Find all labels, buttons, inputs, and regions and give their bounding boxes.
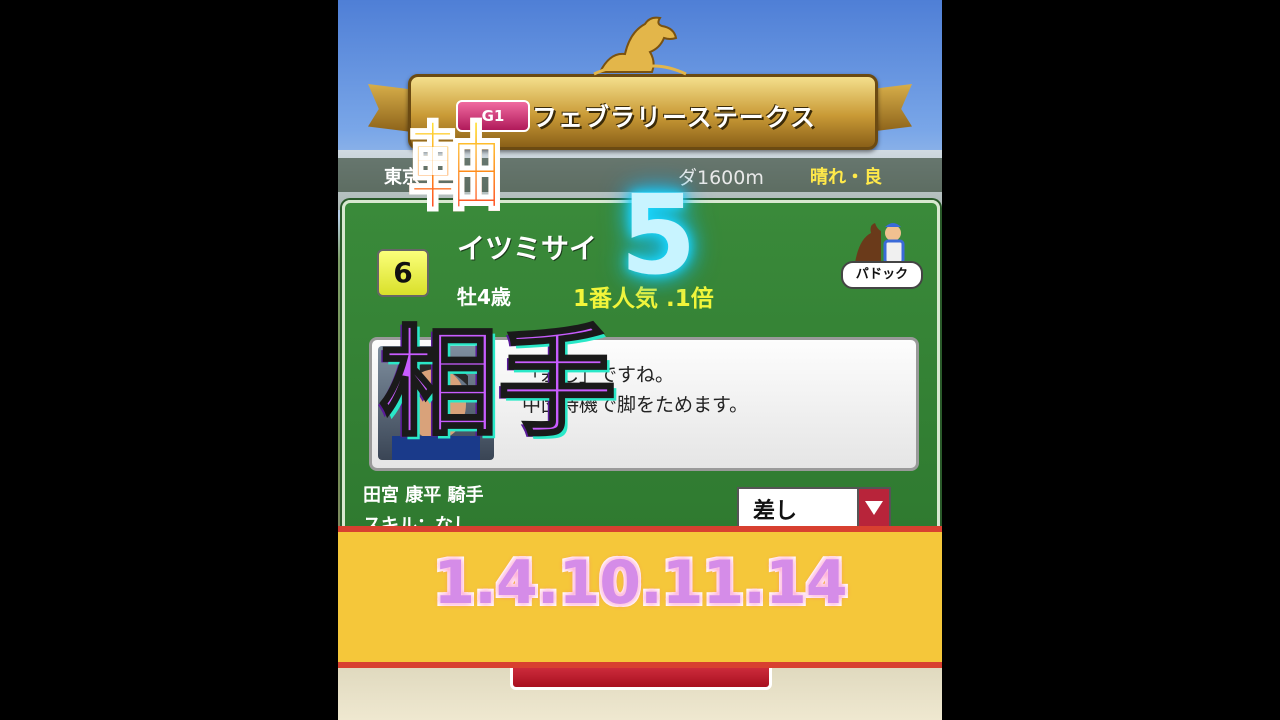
axis-number: 5 [620, 171, 697, 299]
weather-label: 晴れ・良 [810, 167, 882, 188]
chevron-down-icon[interactable] [857, 489, 889, 527]
strategy-select[interactable]: 差し [737, 487, 891, 529]
race-name: フェブラリーステークス [532, 103, 817, 132]
partner-numbers: 1.4.10.11.14 [433, 548, 847, 618]
axis-label: 軸 [407, 112, 505, 224]
gate-number: 6 [377, 249, 429, 297]
horse-sex-age: 牡4歳 [457, 285, 511, 309]
partner-label: 相手 [378, 314, 617, 452]
horse-name: イツミサイ [457, 232, 598, 265]
horse-crest-icon [593, 16, 687, 76]
jockey-name: 田宮 康平 騎手 [363, 485, 484, 506]
paddock-label: パドック [841, 261, 923, 289]
strategy-value: 差し [753, 499, 798, 524]
paddock-button[interactable]: パドック [841, 219, 923, 289]
jockey-horse-icon [855, 223, 905, 265]
